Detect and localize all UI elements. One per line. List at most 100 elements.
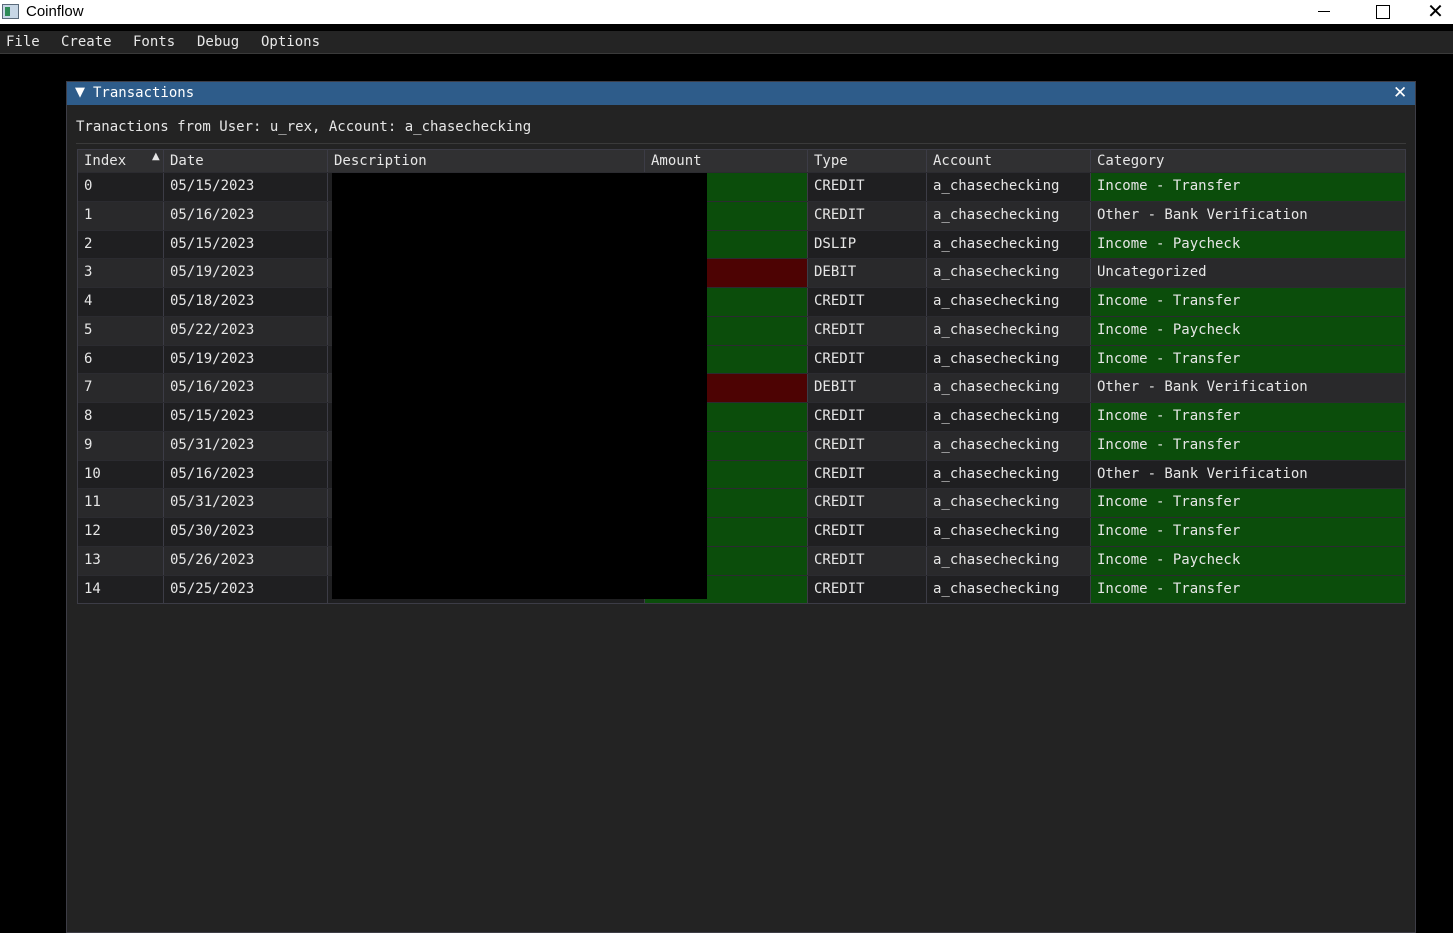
- cell-type[interactable]: CREDIT: [808, 345, 927, 374]
- cell-category[interactable]: Income - Transfer: [1091, 518, 1405, 546]
- collapse-triangle-icon[interactable]: ▼: [75, 85, 85, 100]
- cell-index[interactable]: 14: [78, 575, 164, 604]
- cell-index[interactable]: 12: [78, 518, 164, 546]
- cell-account[interactable]: a_chasechecking: [927, 288, 1091, 316]
- cell-type[interactable]: DSLIP: [808, 230, 927, 259]
- cell-date[interactable]: 05/16/2023: [164, 374, 328, 402]
- cell-date[interactable]: 05/15/2023: [164, 173, 328, 201]
- table-row[interactable]: 5 05/22/2023 CREDIT a_chasechecking Income -…: [78, 315, 1405, 345]
- cell-index[interactable]: 0: [78, 173, 164, 201]
- cell-type[interactable]: CREDIT: [808, 201, 927, 230]
- cell-account[interactable]: a_chasechecking: [927, 316, 1091, 345]
- cell-category[interactable]: Other - Bank Verification: [1091, 461, 1405, 489]
- column-header-date[interactable]: Date: [164, 150, 328, 172]
- cell-date[interactable]: 05/19/2023: [164, 345, 328, 374]
- table-row[interactable]: 10 05/16/2023 CREDIT a_chasechecking Other -…: [78, 459, 1405, 489]
- cell-type[interactable]: CREDIT: [808, 431, 927, 460]
- cell-category[interactable]: Income - Transfer: [1091, 431, 1405, 460]
- column-header-account[interactable]: Account: [927, 150, 1091, 172]
- close-icon[interactable]: ✕: [1418, 0, 1453, 24]
- cell-type[interactable]: DEBIT: [808, 374, 927, 402]
- table-row[interactable]: 6 05/19/2023 CREDIT a_chasechecking Income -…: [78, 344, 1405, 374]
- cell-type[interactable]: DEBIT: [808, 259, 927, 287]
- cell-type[interactable]: CREDIT: [808, 288, 927, 316]
- cell-date[interactable]: 05/31/2023: [164, 489, 328, 517]
- column-header-index[interactable]: Index ▲: [78, 150, 164, 172]
- column-header-amount[interactable]: Amount: [645, 150, 808, 172]
- cell-index[interactable]: 2: [78, 230, 164, 259]
- cell-date[interactable]: 05/22/2023: [164, 316, 328, 345]
- cell-index[interactable]: 8: [78, 403, 164, 431]
- table-row[interactable]: 4 05/18/2023 CREDIT a_chasechecking Income -…: [78, 287, 1405, 316]
- cell-date[interactable]: 05/19/2023: [164, 259, 328, 287]
- table-row[interactable]: 7 05/16/2023 DEBIT a_chasechecking Other - B…: [78, 373, 1405, 402]
- cell-index[interactable]: 4: [78, 288, 164, 316]
- column-header-category[interactable]: Category: [1091, 150, 1405, 172]
- window-close-icon[interactable]: ✕: [1393, 83, 1407, 103]
- table-row[interactable]: 13 05/26/2023 CREDIT a_chasechecking Income …: [78, 545, 1405, 575]
- table-row[interactable]: 9 05/31/2023 CREDIT a_chasechecking Income -…: [78, 430, 1405, 460]
- cell-index[interactable]: 11: [78, 489, 164, 517]
- cell-account[interactable]: a_chasechecking: [927, 173, 1091, 201]
- cell-type[interactable]: CREDIT: [808, 316, 927, 345]
- cell-account[interactable]: a_chasechecking: [927, 201, 1091, 230]
- table-row[interactable]: 0 05/15/2023 CREDIT a_chasechecking Income -…: [78, 172, 1405, 201]
- cell-account[interactable]: a_chasechecking: [927, 403, 1091, 431]
- cell-category[interactable]: Income - Paycheck: [1091, 230, 1405, 259]
- menu-debug[interactable]: Debug: [197, 34, 239, 50]
- cell-account[interactable]: a_chasechecking: [927, 431, 1091, 460]
- table-row[interactable]: 2 05/15/2023 DSLIP a_chasechecking Income - …: [78, 229, 1405, 259]
- cell-type[interactable]: CREDIT: [808, 575, 927, 604]
- cell-date[interactable]: 05/15/2023: [164, 230, 328, 259]
- cell-account[interactable]: a_chasechecking: [927, 518, 1091, 546]
- cell-account[interactable]: a_chasechecking: [927, 575, 1091, 604]
- cell-type[interactable]: CREDIT: [808, 489, 927, 517]
- cell-account[interactable]: a_chasechecking: [927, 489, 1091, 517]
- cell-index[interactable]: 3: [78, 259, 164, 287]
- cell-account[interactable]: a_chasechecking: [927, 460, 1091, 489]
- menu-create[interactable]: Create: [61, 34, 112, 50]
- cell-index[interactable]: 1: [78, 201, 164, 230]
- window-title-bar[interactable]: ▼ Transactions ✕: [67, 82, 1415, 105]
- minimize-icon[interactable]: [1301, 0, 1347, 24]
- table-row[interactable]: 14 05/25/2023 CREDIT a_chasechecking Income …: [78, 574, 1405, 604]
- cell-category[interactable]: Other - Bank Verification: [1091, 374, 1405, 402]
- table-row[interactable]: 3 05/19/2023 DEBIT a_chasechecking Uncategor…: [78, 258, 1405, 287]
- cell-category[interactable]: Income - Transfer: [1091, 345, 1405, 374]
- table-row[interactable]: 8 05/15/2023 CREDIT a_chasechecking Income -…: [78, 402, 1405, 431]
- column-header-type[interactable]: Type: [808, 150, 927, 172]
- maximize-icon[interactable]: [1359, 0, 1405, 24]
- cell-index[interactable]: 9: [78, 431, 164, 460]
- cell-type[interactable]: CREDIT: [808, 518, 927, 546]
- table-row[interactable]: 1 05/16/2023 CREDIT a_chasechecking Other - …: [78, 200, 1405, 230]
- cell-category[interactable]: Income - Transfer: [1091, 489, 1405, 517]
- cell-account[interactable]: a_chasechecking: [927, 345, 1091, 374]
- cell-type[interactable]: CREDIT: [808, 403, 927, 431]
- cell-category[interactable]: Income - Paycheck: [1091, 546, 1405, 575]
- cell-category[interactable]: Other - Bank Verification: [1091, 202, 1405, 230]
- menu-file[interactable]: File: [6, 34, 40, 50]
- cell-account[interactable]: a_chasechecking: [927, 230, 1091, 259]
- menu-options[interactable]: Options: [261, 34, 320, 50]
- cell-type[interactable]: CREDIT: [808, 460, 927, 489]
- menu-fonts[interactable]: Fonts: [133, 34, 175, 50]
- cell-index[interactable]: 13: [78, 546, 164, 575]
- cell-account[interactable]: a_chasechecking: [927, 374, 1091, 402]
- cell-date[interactable]: 05/25/2023: [164, 575, 328, 604]
- cell-type[interactable]: CREDIT: [808, 546, 927, 575]
- cell-account[interactable]: a_chasechecking: [927, 546, 1091, 575]
- cell-date[interactable]: 05/15/2023: [164, 403, 328, 431]
- cell-date[interactable]: 05/18/2023: [164, 288, 328, 316]
- cell-index[interactable]: 6: [78, 345, 164, 374]
- cell-category[interactable]: Income - Transfer: [1091, 288, 1405, 316]
- cell-index[interactable]: 7: [78, 374, 164, 402]
- cell-date[interactable]: 05/26/2023: [164, 546, 328, 575]
- cell-category[interactable]: Income - Transfer: [1091, 575, 1405, 604]
- cell-date[interactable]: 05/31/2023: [164, 431, 328, 460]
- column-header-description[interactable]: Description: [328, 150, 645, 172]
- cell-category[interactable]: Uncategorized: [1091, 259, 1405, 287]
- cell-index[interactable]: 10: [78, 460, 164, 489]
- table-row[interactable]: 11 05/31/2023 CREDIT a_chasechecking Income …: [78, 488, 1405, 517]
- cell-category[interactable]: Income - Paycheck: [1091, 316, 1405, 345]
- cell-date[interactable]: 05/30/2023: [164, 518, 328, 546]
